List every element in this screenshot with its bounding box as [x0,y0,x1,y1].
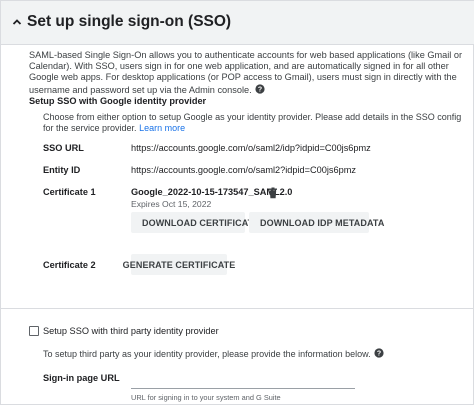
certificate-2-label: Certificate 2 [43,260,96,270]
svg-text:?: ? [377,351,381,358]
google-idp-instructions: Choose from either option to setup Googl… [43,112,463,134]
sso-description: SAML-based Single Sign-On allows you to … [29,50,467,97]
signin-url-hint: URL for signing in to your system and G … [131,393,281,402]
svg-text:?: ? [258,86,262,93]
google-idp-instructions-text: Choose from either option to setup Googl… [43,112,462,133]
certificate-1-label: Certificate 1 [43,187,96,197]
generate-certificate-button[interactable]: GENERATE CERTIFICATE [123,254,235,275]
certificate-1-expiry: Expires Oct 15, 2022 [131,199,212,209]
third-party-instructions: To setup third party as your identity pr… [43,348,384,360]
signin-url-input[interactable] [131,373,355,389]
download-idp-metadata-button[interactable]: DOWNLOAD IDP METADATA [249,212,384,233]
sso-url-value: https://accounts.google.com/o/saml2/idp?… [131,143,371,153]
signin-url-label: Sign-in page URL [43,373,120,383]
trash-icon[interactable] [267,186,279,199]
third-party-sso-checkbox[interactable] [29,326,39,336]
download-certificate-label: DOWNLOAD CERTIFICATE [142,217,260,228]
third-party-sso-label: Setup SSO with third party identity prov… [43,326,219,336]
section-divider [1,308,474,309]
sso-description-text: SAML-based Single Sign-On allows you to … [29,50,463,95]
entity-id-value: https://accounts.google.com/o/saml2?idpi… [131,165,356,175]
help-circle-icon[interactable]: ? [374,348,384,360]
entity-id-label: Entity ID [43,165,81,175]
download-idp-metadata-label: DOWNLOAD IDP METADATA [260,217,385,228]
learn-more-link[interactable]: Learn more [139,123,185,133]
chevron-up-icon[interactable] [9,14,25,30]
page-title: Set up single sign-on (SSO) [27,13,232,30]
google-idp-section-title: Setup SSO with Google identity provider [29,96,207,106]
panel-header: Set up single sign-on (SSO) [1,1,474,45]
help-circle-icon[interactable]: ? [255,84,265,97]
third-party-instructions-text: To setup third party as your identity pr… [43,349,371,359]
sso-url-label: SSO URL [43,143,84,153]
download-certificate-button[interactable]: DOWNLOAD CERTIFICATE [131,212,259,233]
sso-panel: Set up single sign-on (SSO) SAML-based S… [0,0,474,405]
